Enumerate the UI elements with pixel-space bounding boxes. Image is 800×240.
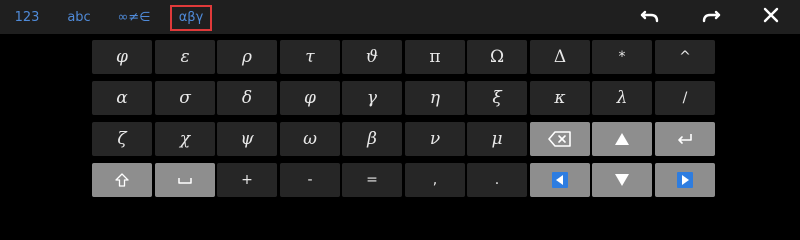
key-mu[interactable]: μ — [467, 122, 527, 156]
math-keyboard: 123 abc ∞≠∈ αβγ φ ε ρ τ ϑ π Ω Δ * ^ α σ … — [0, 0, 800, 203]
key-psi[interactable]: ψ — [217, 122, 277, 156]
key-omega-upper[interactable]: Ω — [467, 40, 527, 74]
backspace-icon — [548, 131, 571, 147]
key-minus[interactable]: - — [280, 163, 340, 197]
right-arrow-icon — [677, 172, 693, 188]
key-alpha[interactable]: α — [92, 81, 152, 115]
key-tau[interactable]: τ — [280, 40, 340, 74]
close-button[interactable] — [756, 4, 786, 30]
down-arrow-icon — [615, 174, 629, 186]
key-delta-upper[interactable]: Δ — [530, 40, 590, 74]
tab-symbols[interactable]: ∞≠∈ — [114, 6, 154, 30]
up-arrow-key[interactable] — [592, 122, 652, 156]
undo-button[interactable] — [635, 4, 665, 30]
right-arrow-key[interactable] — [655, 163, 715, 197]
enter-icon — [678, 134, 692, 144]
left-arrow-key[interactable] — [530, 163, 590, 197]
space-key[interactable] — [155, 163, 215, 197]
key-caret[interactable]: ^ — [655, 40, 715, 74]
key-vartheta[interactable]: ϑ — [342, 40, 402, 74]
close-icon — [763, 7, 779, 23]
redo-icon — [702, 10, 721, 23]
key-kappa[interactable]: κ — [530, 81, 590, 115]
key-delta[interactable]: δ — [217, 81, 277, 115]
tab-numbers[interactable]: 123 — [12, 6, 42, 30]
key-varphi[interactable]: φ — [280, 81, 340, 115]
key-gamma[interactable]: γ — [342, 81, 402, 115]
up-arrow-icon — [615, 133, 629, 145]
down-arrow-key[interactable] — [592, 163, 652, 197]
keys-area: φ ε ρ τ ϑ π Ω Δ * ^ α σ δ φ γ η ξ κ λ / … — [0, 34, 800, 203]
tab-greek[interactable]: αβγ — [170, 5, 212, 31]
undo-icon — [640, 10, 659, 23]
key-omega[interactable]: ω — [280, 122, 340, 156]
key-equals[interactable]: = — [342, 163, 402, 197]
enter-key[interactable] — [655, 122, 715, 156]
keyboard-top-bar: 123 abc ∞≠∈ αβγ — [0, 0, 800, 34]
redo-button[interactable] — [696, 4, 726, 30]
tab-letters[interactable]: abc — [64, 6, 94, 30]
space-icon — [178, 178, 192, 184]
key-chi[interactable]: χ — [155, 122, 215, 156]
key-plus[interactable]: + — [217, 163, 277, 197]
key-comma[interactable]: , — [405, 163, 465, 197]
key-zeta[interactable]: ζ — [92, 122, 152, 156]
key-asterisk[interactable]: * — [592, 40, 652, 74]
key-xi[interactable]: ξ — [467, 81, 527, 115]
shift-icon — [115, 173, 129, 187]
backspace-key[interactable] — [530, 122, 590, 156]
key-eta[interactable]: η — [405, 81, 465, 115]
key-period[interactable]: . — [467, 163, 527, 197]
key-phi[interactable]: φ — [92, 40, 152, 74]
shift-key[interactable] — [92, 163, 152, 197]
key-sigma[interactable]: σ — [155, 81, 215, 115]
key-pi[interactable]: π — [405, 40, 465, 74]
key-slash[interactable]: / — [655, 81, 715, 115]
key-lambda[interactable]: λ — [592, 81, 652, 115]
left-arrow-icon — [552, 172, 568, 188]
key-nu[interactable]: ν — [405, 122, 465, 156]
key-beta[interactable]: β — [342, 122, 402, 156]
key-rho[interactable]: ρ — [217, 40, 277, 74]
key-epsilon[interactable]: ε — [155, 40, 215, 74]
